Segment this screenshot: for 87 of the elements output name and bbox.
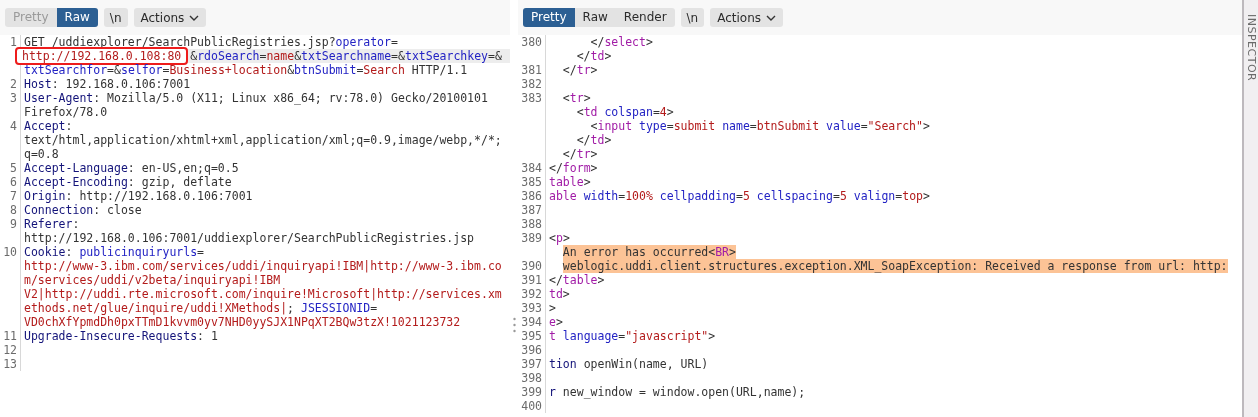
code-line: http://www-3.ibm.com/services/uddi/inquiryapi!IBM|http://www-3.ibm.co	[24, 259, 502, 273]
line-number: 388	[521, 217, 542, 231]
code-line: Origin: http://192.168.0.106:7001	[24, 189, 253, 203]
line-number: 3	[10, 91, 17, 105]
drag-handle-icon[interactable]	[512, 317, 516, 333]
code-line: m/services/uddi/v2beta/inquiryapi!IBM	[24, 273, 281, 287]
code-line: q=0.8	[24, 147, 59, 161]
line-number: 381	[521, 63, 542, 77]
view-tab[interactable]: Raw	[56, 8, 98, 27]
line-number: 398	[521, 371, 542, 385]
code-line: Firefox/78.0	[24, 105, 108, 119]
code-line: </td>	[575, 133, 612, 147]
line-number: 387	[521, 203, 542, 217]
line-number: 380	[521, 35, 542, 49]
view-tab[interactable]: Render	[615, 8, 675, 27]
newline-toggle[interactable]: \n	[103, 8, 128, 27]
code-line: able width=100% cellpadding=5 cellspacing=5 valign=top>	[549, 189, 930, 203]
line-number: 5	[10, 161, 17, 175]
line-number: 385	[521, 175, 542, 189]
code-line: </tr>	[561, 63, 598, 77]
line-number: 392	[521, 287, 542, 301]
line-number: 7	[10, 189, 17, 203]
code-line: text/html,application/xhtml+xml,application/xml;q=0.9,image/webp,*/*;	[24, 133, 502, 147]
code-line: </table>	[549, 273, 605, 287]
line-number: 382	[521, 77, 542, 91]
view-tab[interactable]: Raw	[574, 8, 616, 27]
code-line: Host: 192.168.0.106:7001	[24, 77, 191, 91]
line-number: 9	[10, 217, 17, 231]
code-line: GET /uddiexplorer/SearchPublicRegistries.jsp?operator=	[24, 35, 398, 49]
code-line: td>	[549, 287, 570, 301]
code-line: Cookie: publicinquiryurls=	[24, 245, 205, 259]
line-number: 11	[3, 329, 17, 343]
code-line: txtSearchfor=&selfor=Business+location&btnSubmit=Search HTTP/1.1	[24, 63, 468, 77]
framed-url: http://192.168.0.108:80	[15, 47, 189, 65]
newline-toggle[interactable]: \n	[680, 8, 705, 27]
code-line: </select>	[589, 35, 653, 49]
line-number: 8	[10, 203, 17, 217]
line-number: 383	[521, 91, 542, 105]
code-line: </tr>	[561, 147, 598, 161]
line-number: 4	[10, 119, 17, 133]
line-number: 391	[521, 273, 542, 287]
code-line: t language="javascript">	[549, 329, 716, 343]
code-line: Upgrade-Insecure-Requests: 1	[24, 329, 218, 343]
line-number: 13	[3, 357, 17, 371]
line-number: 390	[521, 259, 542, 273]
line-number: 2	[10, 77, 17, 91]
code-line: >	[549, 301, 556, 315]
line-number: 396	[521, 343, 542, 357]
code-line: e>	[549, 315, 563, 329]
code-line: </form>	[549, 161, 598, 175]
line-number: 395	[521, 329, 542, 343]
actions-dropdown[interactable]: Actions	[133, 8, 207, 27]
code-line: Accept-Language: en-US,en;q=0.5	[24, 161, 239, 175]
code-line: ethods.net/glue/inquire/uddi!XMethods|; JSESSIONID=	[24, 301, 378, 315]
line-number: 10	[3, 245, 17, 259]
code-line: VD0chXfYpmdDh0pxTTmD1kvvm0yv7NHD0yySJX1NPqXT2BQw3tzX!1021123732	[24, 315, 461, 329]
code-line: Accept:	[24, 119, 73, 133]
chevron-down-icon	[766, 14, 777, 21]
code-line: <tr>	[561, 91, 591, 105]
code-line: Connection: close	[24, 203, 142, 217]
code-line: <p>	[549, 231, 570, 245]
code-line: <td colspan=4>	[575, 105, 674, 119]
code-line: Accept-Encoding: gzip, deflate	[24, 175, 232, 189]
line-number: 389	[521, 231, 542, 245]
line-number: 393	[521, 301, 542, 315]
line-number: 384	[521, 161, 542, 175]
line-number: 394	[521, 315, 542, 329]
code-line: r new_window = window.open(URL,name);	[549, 385, 806, 399]
view-tab[interactable]: Pretty	[523, 8, 575, 27]
code-line: &rdoSearch=name&txtSearchname=&txtSearchkey=&	[190, 49, 502, 63]
line-number: 6	[10, 175, 17, 189]
line-number: 399	[521, 385, 542, 399]
actions-dropdown[interactable]: Actions	[710, 8, 784, 27]
code-line: http://192.168.0.106:7001/uddiexplorer/SearchPublicRegistries.jsp	[24, 231, 475, 245]
code-line: V2|http://uddi.rte.microsoft.com/inquire!Microsoft|http://services.xm	[24, 287, 502, 301]
code-line: <input type=submit name=btnSubmit value="Search">	[589, 119, 930, 133]
line-number: 397	[521, 357, 542, 371]
code-line: User-Agent: Mozilla/5.0 (X11; Linux x86_64; rv:78.0) Gecko/20100101	[24, 91, 488, 105]
code-line: tion openWin(name, URL)	[549, 357, 709, 371]
chevron-down-icon	[189, 14, 200, 21]
code-line: Referer:	[24, 217, 80, 231]
line-number: 386	[521, 189, 542, 203]
code-line: table>	[549, 175, 591, 189]
line-number: 1	[10, 35, 17, 49]
line-number: 12	[3, 343, 17, 357]
code-line: </td>	[575, 49, 612, 63]
line-number: 400	[521, 399, 542, 413]
